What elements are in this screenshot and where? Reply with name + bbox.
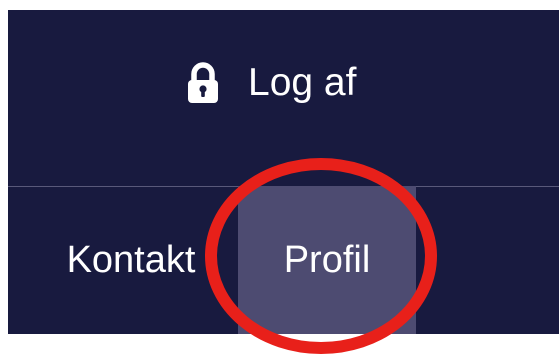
screenshot-frame: Log af Kontakt Profil [0,0,559,362]
navbar: Log af Kontakt Profil [8,10,559,334]
nav-item-profil[interactable]: Profil [238,186,416,334]
lock-icon [186,62,220,104]
logout-label: Log af [248,61,357,104]
logout-link[interactable]: Log af [186,58,356,108]
nav-item-kontakt[interactable]: Kontakt [50,186,212,334]
